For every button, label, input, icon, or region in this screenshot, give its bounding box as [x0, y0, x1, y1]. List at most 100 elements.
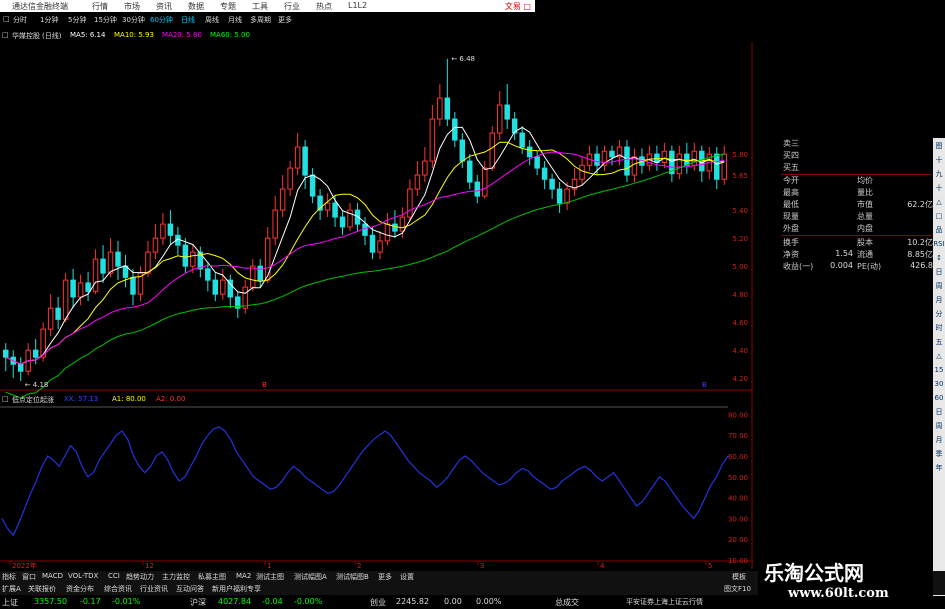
toolbar-icon[interactable]: 季 [933, 448, 945, 461]
price-tick-label: 5.40 [732, 207, 748, 215]
indicator-header: □ 低点定位起涨 XX: 57.13 A1: 80.00 A2: 0.00 [0, 395, 400, 405]
quote-buy5: 买五 [783, 163, 799, 172]
toolbar-icon[interactable]: 年 [933, 462, 945, 475]
x-axis-label: 3 [480, 562, 484, 569]
period-1m[interactable]: 1分钟 [40, 15, 58, 25]
toolbar-icon[interactable]: 九 [933, 168, 945, 181]
period-tick[interactable]: 分时 [13, 15, 27, 25]
indicator-icon[interactable]: □ [2, 395, 9, 403]
candle-down [332, 202, 338, 218]
ma5-label: MA5: 6.14 [70, 31, 106, 39]
tab-promo[interactable]: 新用户福利专享 [212, 584, 261, 594]
tab-private[interactable]: 私募主图 [198, 572, 226, 582]
header-icon[interactable]: □ [2, 31, 9, 39]
tab-ma2[interactable]: MA2 [236, 572, 251, 580]
tab-template[interactable]: 模板 [732, 572, 746, 582]
tab-test-main[interactable]: 测试主图 [256, 572, 284, 582]
toolbar-icon[interactable]: 月 [933, 434, 945, 447]
candle-up [324, 202, 331, 211]
toolbar-icon[interactable]: 周 [933, 280, 945, 293]
toolbar-icon[interactable]: ↕ [933, 252, 945, 265]
index3-name[interactable]: 创业 [370, 597, 386, 608]
menu-tools[interactable]: 工具 [252, 1, 268, 12]
candle-up [287, 167, 293, 190]
toolbar-icon[interactable]: 十 [933, 154, 945, 167]
period-15m[interactable]: 15分钟 [94, 15, 117, 25]
menu-industry[interactable]: 行业 [284, 1, 300, 12]
tab-main-monitor[interactable]: 主力监控 [162, 572, 190, 582]
quote-turnover-label: 换手 [783, 238, 799, 247]
index3-pct: 0.00% [476, 597, 502, 606]
index2-name[interactable]: 沪深 [190, 597, 206, 608]
toolbar-icon[interactable]: △ [933, 350, 945, 363]
tab-qa[interactable]: 互动问答 [176, 584, 204, 594]
menu-news[interactable]: 资讯 [156, 1, 172, 12]
menu-market[interactable]: 市场 [124, 1, 140, 12]
tab-news[interactable]: 综合资讯 [104, 584, 132, 594]
tab-ext-a[interactable]: 扩展A [2, 584, 21, 594]
toolbar-icon[interactable]: 日 [933, 266, 945, 279]
high-annotation: ← 6.48 [451, 55, 475, 63]
tab-vol-tdx[interactable]: VOL-TDX [68, 572, 98, 580]
index3-value: 2245.82 [396, 597, 430, 606]
toolbar-icon[interactable]: 图 [933, 140, 945, 153]
candle-up [220, 279, 226, 295]
tab-window[interactable]: 窗口 [22, 572, 36, 582]
candle-up [422, 160, 428, 176]
toolbar-icon[interactable]: 月 [933, 294, 945, 307]
candle-down [205, 268, 211, 281]
menu-data[interactable]: 数据 [188, 1, 204, 12]
period-30m[interactable]: 30分钟 [122, 15, 145, 25]
tab-trend[interactable]: 趋势动力 [126, 572, 154, 582]
menu-l1l2[interactable]: L1L2 [348, 1, 367, 10]
period-week[interactable]: 周线 [205, 15, 219, 25]
toolbar-icon[interactable]: △ [933, 196, 945, 209]
candle-up [676, 153, 683, 175]
index1-name[interactable]: 上证 [2, 597, 18, 608]
candle-up [721, 153, 728, 180]
menu-topics[interactable]: 专题 [220, 1, 236, 12]
candle-up [107, 251, 114, 274]
period-multi[interactable]: 多周期 [250, 15, 271, 25]
period-5m[interactable]: 5分钟 [68, 15, 86, 25]
tab-macd[interactable]: MACD [42, 572, 63, 580]
tab-industry-news[interactable]: 行业资讯 [140, 584, 168, 594]
broker-feed: 平安证券上海上证云行情 [626, 598, 703, 606]
tab-related[interactable]: 关联报价 [28, 584, 56, 594]
tab-cci[interactable]: CCI [108, 572, 120, 580]
x-axis-label: 2022年 [12, 561, 37, 569]
candle-down [556, 188, 563, 204]
toolbar-icon[interactable]: 分 [933, 308, 945, 321]
toolbar-icon[interactable]: 十 [933, 182, 945, 195]
price-chart[interactable]: 5.80 5.65 5.40 5.20 5.00 4.80 4.60 4.40 4.20 80.0… [0, 42, 753, 569]
toolbar-icon[interactable]: 五 [933, 336, 945, 349]
tab-test-b[interactable]: 测试幅图B [336, 572, 369, 582]
toolbar-icon[interactable]: RSI [933, 238, 945, 251]
quote-netasset-label: 净资 [783, 250, 799, 259]
toolbar-icon[interactable]: 60 [933, 392, 945, 405]
tab-more[interactable]: 更多 [378, 572, 392, 582]
period-month[interactable]: 月线 [228, 15, 242, 25]
period-more[interactable]: 更多 [278, 15, 292, 25]
tab-settings[interactable]: 设置 [400, 572, 414, 582]
quote-netasset-value: 1.54 [835, 249, 853, 258]
menu-hot[interactable]: 热点 [316, 1, 332, 12]
quote-buy4: 买四 [783, 151, 799, 160]
tab-indicator[interactable]: 指标 [2, 572, 16, 582]
toolbar-icon[interactable]: 品 [933, 224, 945, 237]
toolbar-icon[interactable]: 周 [933, 420, 945, 433]
toolbar-icon[interactable]: 时 [933, 322, 945, 335]
toolbar-icon[interactable]: 日 [933, 406, 945, 419]
tab-test-a[interactable]: 测试幅图A [294, 572, 327, 582]
period-60m[interactable]: 60分钟 [150, 15, 173, 25]
period-day[interactable]: 日线 [181, 15, 195, 25]
periods-icon[interactable]: □ [3, 15, 10, 23]
tab-fund-dist[interactable]: 资金分布 [66, 584, 94, 594]
toolbar-icon[interactable]: 30 [933, 378, 945, 391]
toolbar-icon[interactable]: 15 [933, 364, 945, 377]
watermark-line2: www.60lt.com [788, 586, 889, 601]
index2-pct: -0.00% [294, 597, 323, 606]
menu-quotes[interactable]: 行情 [92, 1, 108, 12]
tab-f10[interactable]: 图文F10 [724, 584, 751, 594]
toolbar-icon[interactable]: □ [933, 210, 945, 223]
